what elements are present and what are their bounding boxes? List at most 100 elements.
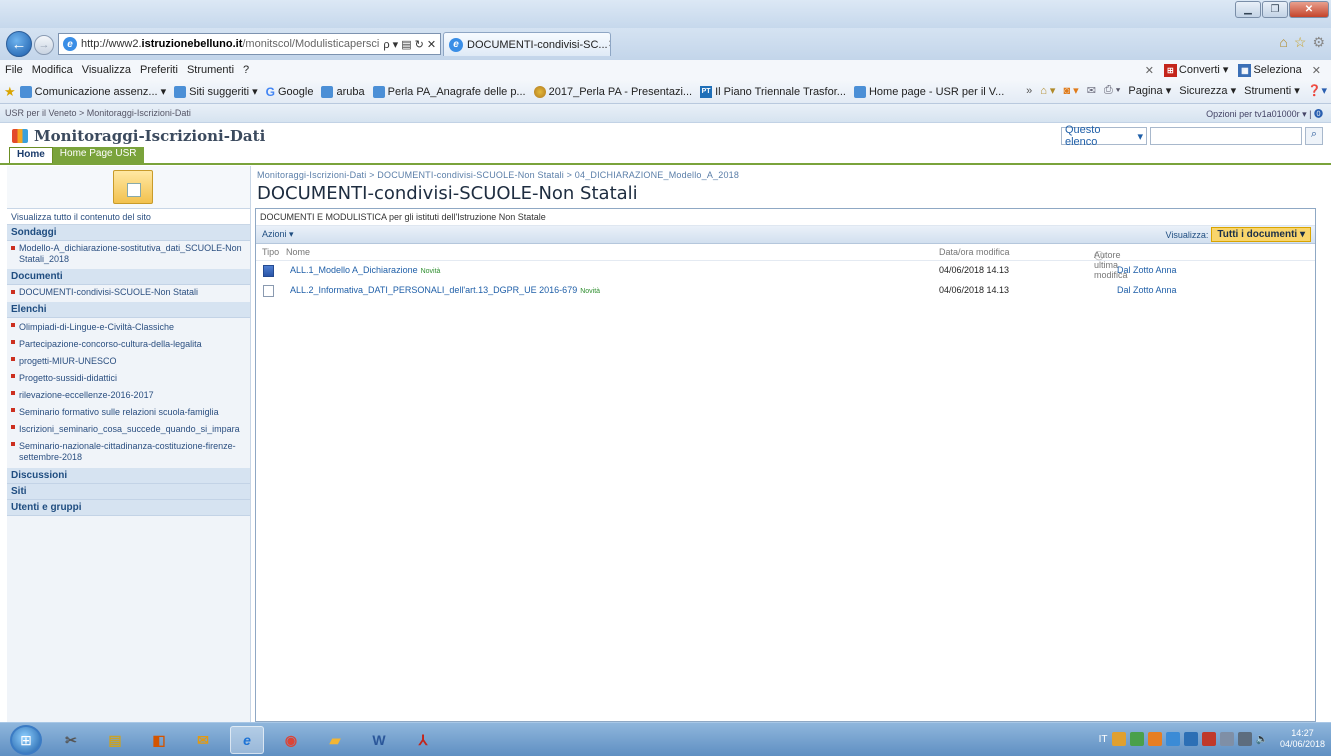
system-clock[interactable]: 14:27 04/06/2018 <box>1280 728 1325 750</box>
search-icon[interactable]: ⌕ <box>1305 127 1323 145</box>
nav-section-sondaggi[interactable]: Sondaggi <box>7 225 250 241</box>
nav-item-olimpiadi[interactable]: Olimpiadi-di-Lingue-e-Civiltà-Classiche <box>7 318 250 335</box>
file-explorer-icon[interactable]: ▤ <box>98 726 132 754</box>
page-breadcrumb[interactable]: Monitoraggi-Iscrizioni-Dati > DOCUMENTI-… <box>257 170 739 180</box>
table-row[interactable]: ALL.1_Modello A_Dichiarazione Novità 04/0… <box>256 261 1315 281</box>
tab-home[interactable]: Home <box>9 147 53 163</box>
document-link[interactable]: ALL.2_Informativa_DATI_PERSONALI_dell'ar… <box>290 285 577 295</box>
back-button[interactable]: ← <box>6 31 32 57</box>
window-controls: ▁ ❐ ✕ <box>1234 1 1329 18</box>
mail-icon[interactable]: ✉ <box>1087 84 1096 97</box>
nav-item-iscrizioni-seminario[interactable]: Iscrizioni_seminario_cosa_succede_quando… <box>7 420 250 437</box>
document-link[interactable]: ALL.1_Modello A_Dichiarazione <box>290 265 418 275</box>
converti-button[interactable]: ⊞ Converti ▾ <box>1163 63 1228 77</box>
nav-section-siti[interactable]: Siti <box>7 484 250 500</box>
col-type[interactable]: Tipo <box>262 247 279 257</box>
author-link[interactable]: Dal Zotto Anna <box>1117 285 1177 295</box>
nav-item-rilevazione-eccellenze[interactable]: rilevazione-eccellenze-2016-2017 <box>7 386 250 403</box>
cmd-pagina[interactable]: Pagina ▾ <box>1128 84 1171 97</box>
fav-google[interactable]: G Google <box>266 85 314 99</box>
nav-item-miur-unesco[interactable]: progetti-MIUR-UNESCO <box>7 352 250 369</box>
help-circle-icon[interactable]: ⓿ <box>1314 109 1323 119</box>
language-indicator[interactable]: IT <box>1099 734 1108 745</box>
volume-icon[interactable]: 🔈 <box>1256 734 1268 745</box>
snipping-tool-icon[interactable]: ✂ <box>54 726 88 754</box>
folder-taskbar-icon[interactable]: ▰ <box>318 726 352 754</box>
tab-close-icon[interactable]: ✕ <box>608 39 610 50</box>
home-cmd-icon[interactable]: ⌂ ▾ <box>1040 84 1055 97</box>
nav-item-sussidi-didattici[interactable]: Progetto-sussidi-didattici <box>7 369 250 386</box>
menu-modifica[interactable]: Modifica <box>32 64 73 76</box>
site-title[interactable]: Monitoraggi-Iscrizioni-Dati <box>34 127 265 145</box>
outlook-icon[interactable]: ✉ <box>186 726 220 754</box>
fav-siti-suggeriti[interactable]: Siti suggeriti ▾ <box>174 85 258 98</box>
chrome-icon[interactable]: ◉ <box>274 726 308 754</box>
fav-aruba[interactable]: aruba <box>321 85 365 98</box>
nav-section-documenti[interactable]: Documenti <box>7 269 250 285</box>
nav-item-concorso-legalita[interactable]: Partecipazione-concorso-cultura-della-le… <box>7 335 250 352</box>
forward-button[interactable]: → <box>34 35 54 55</box>
col-name[interactable]: Nome <box>286 247 310 257</box>
tray-network-app-icon[interactable] <box>1129 732 1144 746</box>
chevron-more-icon[interactable]: » <box>1026 85 1032 97</box>
tray-app-icon[interactable] <box>1111 732 1126 746</box>
cmd-strumenti[interactable]: Strumenti ▾ <box>1244 84 1300 97</box>
office-app-icon[interactable]: ◧ <box>142 726 176 754</box>
seleziona-button[interactable]: ▦ Seleziona <box>1238 63 1302 77</box>
minimize-button[interactable]: ▁ <box>1235 1 1261 18</box>
fav-usr-veneto[interactable]: Home page - USR per il V... <box>853 85 1004 98</box>
tray-flag-icon[interactable] <box>1219 732 1234 746</box>
adobe-close-icon[interactable]: ✕ <box>1312 64 1321 77</box>
search-input[interactable] <box>1150 127 1302 145</box>
cmd-sicurezza[interactable]: Sicurezza ▾ <box>1179 84 1236 97</box>
menu-visualizza[interactable]: Visualizza <box>82 64 131 76</box>
tray-office-icon[interactable] <box>1147 732 1162 746</box>
fav-comunicazione[interactable]: Comunicazione assenz... ▾ <box>19 85 166 98</box>
nav-item-seminario-cittadinanza[interactable]: Seminario-nazionale-cittadinanza-costitu… <box>7 437 250 468</box>
favorites-star-icon[interactable]: ☆ <box>1294 34 1307 51</box>
nav-item-seminario-scuola-famiglia[interactable]: Seminario formativo sulle relazioni scuo… <box>7 403 250 420</box>
address-bar[interactable]: e http://www2. istruzionebelluno.it/monit… <box>58 33 441 55</box>
browser-tab[interactable]: e DOCUMENTI-condivisi-SC... ✕ <box>443 32 611 56</box>
tray-sync-icon[interactable] <box>1165 732 1180 746</box>
maximize-button[interactable]: ❐ <box>1262 1 1288 18</box>
help-icon[interactable]: ❓▾ <box>1308 84 1327 97</box>
nav-section-discussioni[interactable]: Discussioni <box>7 468 250 484</box>
nav-item-documenti-condivisi[interactable]: DOCUMENTI-condivisi-SCUOLE-Non Statali <box>7 285 250 302</box>
search-scope-select[interactable]: Questo elenco ▾ <box>1061 124 1147 148</box>
author-link[interactable]: Dal Zotto Anna <box>1117 265 1177 275</box>
acrobat-icon[interactable]: ⅄ <box>406 726 440 754</box>
fav-perla-pa-2017[interactable]: 2017_Perla PA - Presentazi... <box>533 85 692 98</box>
close-window-button[interactable]: ✕ <box>1289 1 1329 18</box>
tray-network-icon[interactable] <box>1237 732 1252 746</box>
word-icon[interactable]: W <box>362 726 396 754</box>
nav-section-elenchi[interactable]: Elenchi <box>7 302 250 318</box>
favorites-star-add-icon[interactable]: ★ <box>4 84 16 100</box>
col-modified[interactable]: Data/ora modifica <box>939 247 1010 257</box>
nav-item-modello-a[interactable]: Modello-A_dichiarazione-sostitutiva_dati… <box>7 241 250 269</box>
menu-preferiti[interactable]: Preferiti <box>140 64 178 76</box>
fav-piano-triennale[interactable]: PT Il Piano Triennale Trasfor... <box>700 85 846 98</box>
tray-antivirus-icon[interactable] <box>1201 732 1216 746</box>
print-icon[interactable]: ⎙ ▾ <box>1104 84 1120 97</box>
view-all-content-link[interactable]: Visualizza tutto il contenuto del sito <box>7 208 250 225</box>
user-options-menu[interactable]: Opzioni per tv1a01000r ▾ | ⓿ <box>1206 107 1323 120</box>
table-row[interactable]: ALL.2_Informativa_DATI_PERSONALI_dell'ar… <box>256 281 1315 301</box>
internet-explorer-icon[interactable]: e <box>230 726 264 754</box>
actions-menu[interactable]: Azioni ▾ <box>262 229 294 240</box>
fav-perla-pa[interactable]: Perla PA_Anagrafe delle p... <box>372 85 526 98</box>
settings-gear-icon[interactable]: ⚙ <box>1312 34 1325 51</box>
view-dropdown[interactable]: Tutti i documenti ▾ <box>1211 227 1311 242</box>
nav-section-utenti-gruppi[interactable]: Utenti e gruppi <box>7 500 250 516</box>
rss-icon[interactable]: ◙ ▾ <box>1063 84 1078 97</box>
global-breadcrumb-text[interactable]: USR per il Veneto > Monitoraggi-Iscrizio… <box>5 108 191 118</box>
menu-help[interactable]: ? <box>243 64 249 76</box>
menu-strumenti[interactable]: Strumenti <box>187 64 234 76</box>
toolbar-close-icon[interactable]: ✕ <box>1145 64 1154 77</box>
address-tools[interactable]: ρ ▾ ▤ ↻ ✕ <box>379 37 440 51</box>
tab-home-page-usr[interactable]: Home Page USR <box>52 147 144 163</box>
tray-display-icon[interactable] <box>1183 732 1198 746</box>
start-button[interactable]: ⊞ <box>10 725 42 755</box>
home-icon[interactable]: ⌂ <box>1279 34 1287 51</box>
menu-file[interactable]: File <box>5 64 23 76</box>
